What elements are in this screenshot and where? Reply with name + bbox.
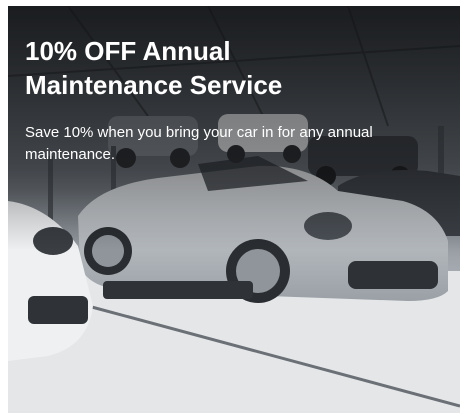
promo-description: Save 10% when you bring your car in for … — [25, 122, 445, 166]
promo-card[interactable]: 10% OFF Annual Maintenance Service Save … — [8, 6, 460, 413]
promo-description-line-1: Save 10% when you bring your car in for … — [25, 124, 373, 141]
promo-title: 10% OFF Annual Maintenance Service — [25, 34, 445, 102]
promo-title-line-2: Maintenance Service — [25, 70, 283, 100]
promo-description-line-2: maintenance. — [25, 146, 116, 163]
promo-title-line-1: 10% OFF Annual — [25, 36, 231, 66]
